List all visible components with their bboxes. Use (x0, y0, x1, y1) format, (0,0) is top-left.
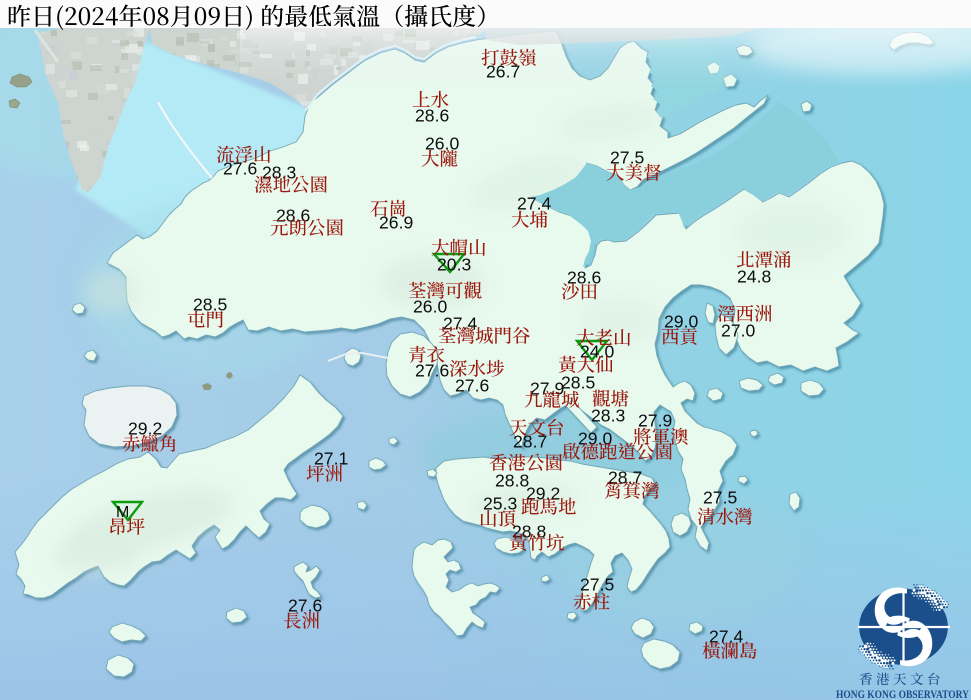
svg-text:28.8: 28.8 (495, 470, 529, 490)
svg-text:26.9: 26.9 (379, 212, 413, 232)
svg-text:27.4: 27.4 (517, 193, 551, 213)
svg-text:28.6: 28.6 (415, 105, 449, 125)
svg-text:27.5: 27.5 (703, 487, 737, 507)
svg-text:27.0: 27.0 (721, 320, 755, 340)
svg-text:28.5: 28.5 (193, 294, 227, 314)
svg-text:HONG KONG OBSERVATORY: HONG KONG OBSERVATORY (836, 687, 969, 700)
svg-text:29.0: 29.0 (664, 311, 698, 331)
svg-text:28.6: 28.6 (567, 267, 601, 287)
svg-text:27.1: 27.1 (314, 448, 348, 468)
svg-text:27.6: 27.6 (455, 375, 489, 395)
svg-text:24.8: 24.8 (737, 266, 771, 286)
svg-text:27.9: 27.9 (638, 410, 672, 430)
svg-text:27.6: 27.6 (223, 158, 257, 178)
svg-text:27.6: 27.6 (415, 360, 449, 380)
svg-text:27.5: 27.5 (580, 574, 614, 594)
svg-text:27.9: 27.9 (530, 378, 564, 398)
svg-text:28.5: 28.5 (561, 372, 595, 392)
svg-text:20.3: 20.3 (437, 254, 471, 274)
svg-text:28.3: 28.3 (591, 405, 625, 425)
